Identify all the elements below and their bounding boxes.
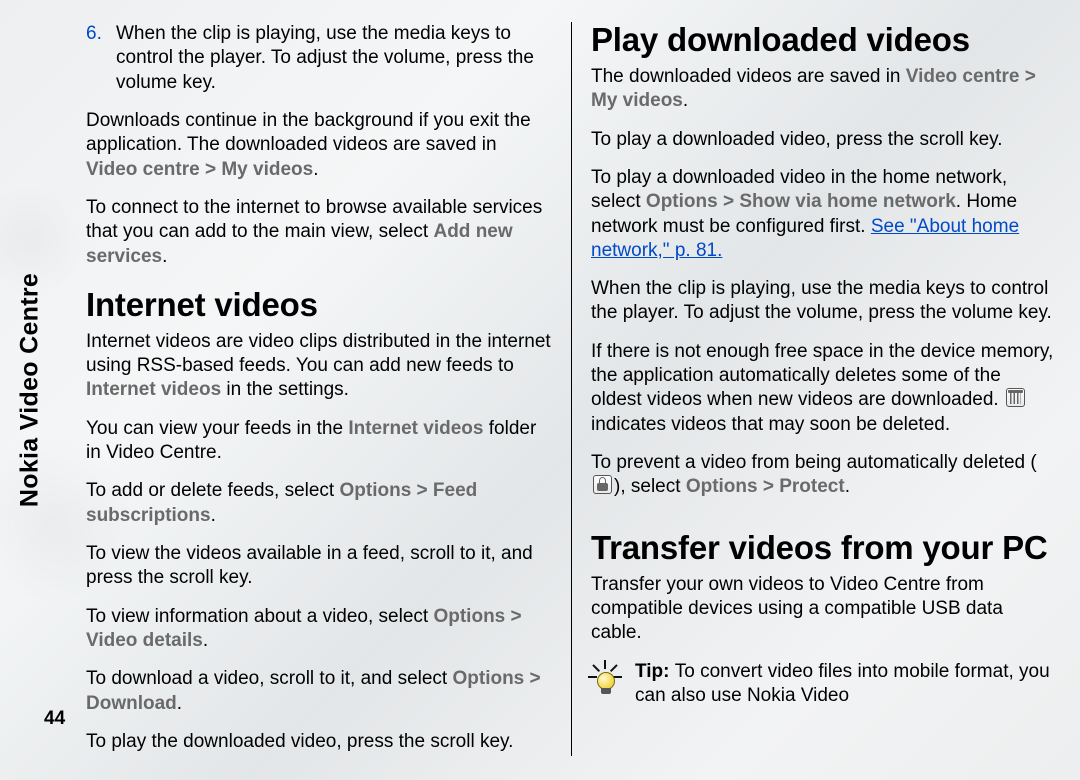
page-content: 6. When the clip is playing, use the med… [86, 22, 1056, 756]
menu-path: Video centre > My videos [86, 159, 313, 180]
paragraph: If there is not enough free space in the… [591, 340, 1056, 437]
paragraph: To view information about a video, selec… [86, 605, 551, 654]
sidebar: Nokia Video Centre [0, 0, 60, 780]
menu-path: Options > Protect [686, 476, 845, 497]
tip-block: Tip: To convert video files into mobile … [591, 660, 1056, 709]
paragraph: To download a video, scroll to it, and s… [86, 667, 551, 716]
heading-internet-videos: Internet videos [86, 287, 551, 324]
menu-path: Options > Show via home network [646, 191, 956, 212]
step-number: 6. [86, 22, 102, 46]
paragraph: To view the videos available in a feed, … [86, 542, 551, 591]
paragraph: To connect to the internet to browse ava… [86, 196, 551, 269]
trash-icon [1006, 388, 1025, 407]
heading-transfer-videos: Transfer videos from your PC [591, 530, 1056, 567]
page-number: 44 [44, 708, 65, 730]
paragraph: When the clip is playing, use the media … [591, 277, 1056, 326]
paragraph: To play a downloaded video, press the sc… [591, 128, 1056, 152]
paragraph: To prevent a video from being automatica… [591, 451, 1056, 500]
tip-label: Tip: [635, 661, 675, 682]
paragraph: Internet videos are video clips distribu… [86, 330, 551, 403]
paragraph: Downloads continue in the background if … [86, 109, 551, 182]
step-text: When the clip is playing, use the media … [116, 23, 534, 93]
paragraph: To play the downloaded video, press the … [86, 730, 551, 754]
lock-icon [593, 475, 612, 494]
paragraph: Transfer your own videos to Video Centre… [591, 573, 1056, 646]
tip-text: Tip: To convert video files into mobile … [635, 660, 1056, 709]
paragraph: You can view your feeds in the Internet … [86, 417, 551, 466]
tip-icon [591, 662, 621, 698]
section-label: Nokia Video Centre [16, 273, 45, 507]
paragraph: The downloaded videos are saved in Video… [591, 65, 1056, 114]
paragraph: To add or delete feeds, select Options >… [86, 479, 551, 528]
step-item-6: 6. When the clip is playing, use the med… [86, 22, 551, 95]
heading-play-downloaded: Play downloaded videos [591, 22, 1056, 59]
paragraph: To play a downloaded video in the home n… [591, 166, 1056, 263]
step-list: 6. When the clip is playing, use the med… [86, 22, 551, 95]
